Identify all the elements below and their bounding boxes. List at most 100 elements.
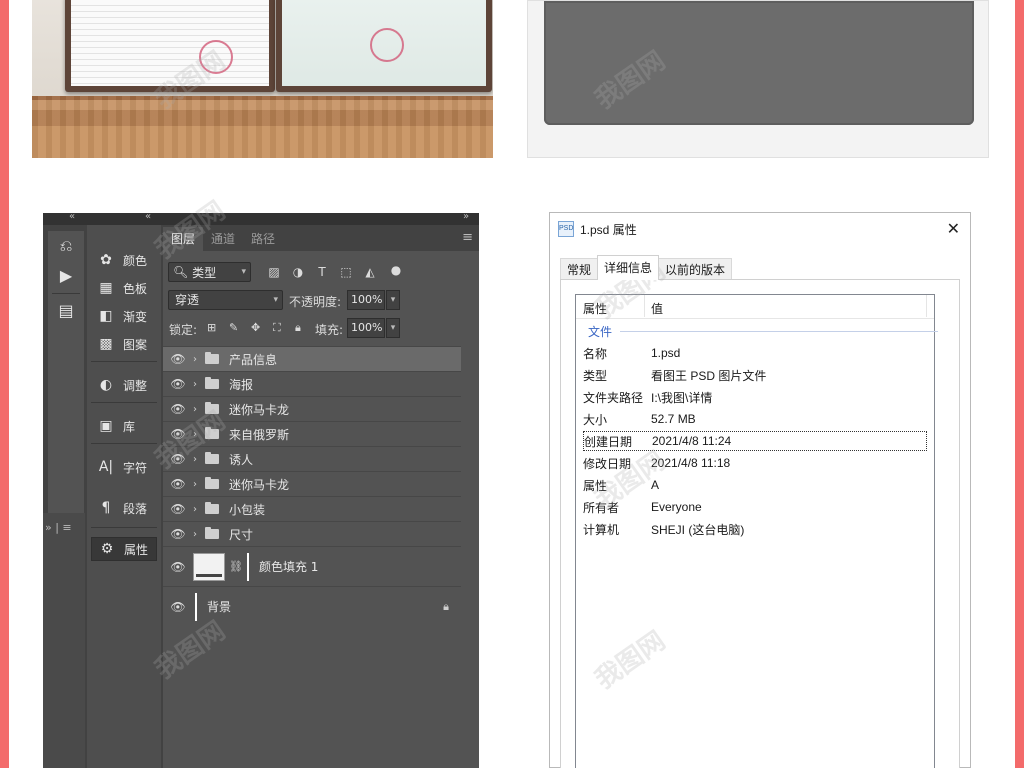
panel-patterns[interactable]: ▩ 图案	[91, 332, 157, 356]
tab-general[interactable]: 常规	[560, 258, 599, 280]
tab-layers[interactable]: 图层	[163, 227, 204, 251]
collapse-icon[interactable]: «	[69, 211, 75, 222]
link-icon[interactable]: ⛓︎	[229, 560, 243, 573]
panel-libraries[interactable]: ▣ 库	[91, 414, 157, 438]
eye-icon[interactable]: 👁︎	[163, 477, 193, 491]
chevron-right-icon[interactable]: ›	[193, 379, 203, 390]
property-name: 计算机	[583, 522, 620, 537]
tool-column-lower	[43, 513, 85, 768]
lock-artboard-icon[interactable]: ⛶	[273, 321, 281, 335]
property-name: 修改日期	[583, 456, 632, 471]
chevron-right-icon[interactable]: ›	[193, 404, 203, 415]
layer-name: 小包装	[229, 502, 266, 517]
chevron-right-icon[interactable]: ›	[193, 504, 203, 515]
tab-paths[interactable]: 路径	[243, 227, 283, 251]
eye-icon[interactable]: 👁︎	[163, 502, 193, 516]
image-filter-icon[interactable]: ▨	[267, 265, 281, 279]
layer-row[interactable]: 👁︎ › 产品信息	[163, 346, 461, 371]
lock-brush-icon[interactable]: ✎	[229, 321, 238, 334]
certificate-document	[71, 0, 269, 86]
lock-all-icon[interactable]: 🔒︎	[295, 321, 301, 335]
tab-previous-versions[interactable]: 以前的版本	[658, 258, 733, 280]
panel-color[interactable]: ✿ 颜色	[91, 248, 157, 272]
layer-name: 背景	[207, 600, 232, 614]
layer-row[interactable]: 👁︎ › 小包装	[163, 496, 461, 521]
layer-thumbnail	[193, 552, 225, 581]
panel-character[interactable]: A| 字符	[91, 455, 157, 479]
opacity-dropdown[interactable]: ▾	[386, 290, 400, 310]
layer-row[interactable]: 👁︎ › 来自俄罗斯	[163, 421, 461, 446]
tab-channels[interactable]: 通道	[203, 227, 243, 251]
eye-icon[interactable]: 👁︎	[163, 377, 193, 391]
eye-icon[interactable]: 👁︎	[163, 560, 193, 574]
close-icon[interactable]: ✕	[947, 219, 960, 239]
panel-label: 字符	[123, 460, 148, 475]
type-filter-icon[interactable]: T	[315, 265, 329, 279]
tab-details[interactable]: 详细信息	[597, 255, 660, 280]
layers-panel: 图层 通道 路径 ≡ 🔍︎ 类型 ▾ ▨ ◑ T ⬚ ◭ ● 穿透 ▾ 不透明度…	[163, 225, 479, 768]
notes-icon[interactable]: ▤	[48, 296, 84, 326]
eye-icon[interactable]: 👁︎	[163, 427, 193, 441]
list-item[interactable]: 修改日期 2021/4/8 11:18	[583, 453, 927, 473]
list-item[interactable]: 属性 A	[583, 475, 927, 495]
column-value[interactable]: 值	[651, 300, 663, 317]
property-value: A	[651, 478, 660, 492]
group-label: 文件	[588, 325, 613, 339]
blend-mode-select[interactable]: 穿透 ▾	[168, 290, 283, 310]
opacity-input[interactable]: 100%	[347, 290, 385, 310]
layer-row-fill[interactable]: 👁︎ ⛓︎ 颜色填充 1	[163, 546, 461, 586]
panel-swatches[interactable]: ▦ 色板	[91, 276, 157, 300]
adjustment-filter-icon[interactable]: ◑	[291, 265, 305, 279]
certificate-frame-left	[65, 0, 275, 92]
layer-row[interactable]: 👁︎ › 迷你马卡龙	[163, 471, 461, 496]
adjustments-icon: ◐	[99, 377, 113, 393]
eye-icon[interactable]: 👁︎	[163, 352, 193, 366]
lock-transparent-icon[interactable]: ⊞	[207, 321, 216, 334]
mini-controls[interactable]: » | ≡	[45, 521, 72, 534]
play-icon[interactable]: ▶	[48, 261, 84, 291]
layer-row[interactable]: 👁︎ › 迷你马卡龙	[163, 396, 461, 421]
list-item[interactable]: 计算机 SHEJI (这台电脑)	[583, 519, 927, 539]
layers-tabbar: 图层 通道 路径 ≡	[163, 225, 479, 251]
expand-icon[interactable]: »	[463, 211, 469, 222]
file-icon: PSD	[558, 221, 574, 237]
search-icon: 🔍︎	[173, 265, 189, 279]
list-item[interactable]: 大小 52.7 MB	[583, 409, 927, 429]
panel-paragraph[interactable]: ¶ 段落	[91, 496, 157, 520]
panel-menu-icon[interactable]: ≡	[462, 230, 473, 245]
list-item[interactable]: 文件夹路径 I:\我图\详情	[583, 387, 927, 407]
eye-icon[interactable]: 👁︎	[163, 527, 193, 541]
chevron-right-icon[interactable]: ›	[193, 479, 203, 490]
eye-icon[interactable]: 👁︎	[163, 402, 193, 416]
chevron-right-icon[interactable]: ›	[193, 529, 203, 540]
collapse-icon[interactable]: «	[145, 211, 151, 222]
layer-row[interactable]: 👁︎ › 尺寸	[163, 521, 461, 546]
chevron-right-icon[interactable]: ›	[193, 429, 203, 440]
list-item[interactable]: 创建日期 2021/4/8 11:24	[583, 431, 927, 451]
shape-filter-icon[interactable]: ⬚	[339, 265, 353, 279]
layer-row[interactable]: 👁︎ › 海报	[163, 371, 461, 396]
column-property[interactable]: 属性	[583, 300, 607, 317]
history-icon[interactable]: ⎌	[48, 231, 84, 261]
layer-row-background[interactable]: 👁︎ 背景 🔒︎	[163, 586, 461, 626]
panel-adjustments[interactable]: ◐ 调整	[91, 373, 157, 397]
chevron-right-icon[interactable]: ›	[193, 454, 203, 465]
eye-icon[interactable]: 👁︎	[163, 452, 193, 466]
filter-kind-value: 类型	[192, 265, 217, 280]
lock-move-icon[interactable]: ✥	[251, 321, 260, 334]
details-list[interactable]: 属性 值 文件 名称 1.psd 类型 看图王 PSD 图片文件 文件夹路径 I…	[575, 294, 938, 768]
layer-row[interactable]: 👁︎ › 诱人	[163, 446, 461, 471]
list-item[interactable]: 所有者 Everyone	[583, 497, 927, 517]
layer-name: 尺寸	[229, 527, 254, 542]
panel-properties[interactable]: ⚙ 属性	[91, 537, 157, 561]
chevron-right-icon[interactable]: ›	[193, 354, 203, 365]
list-item[interactable]: 类型 看图王 PSD 图片文件	[583, 365, 927, 385]
panel-gradient[interactable]: ◧ 渐变	[91, 304, 157, 328]
filter-toggle-icon[interactable]: ●	[389, 263, 403, 277]
smart-filter-icon[interactable]: ◭	[363, 265, 377, 279]
fill-dropdown[interactable]: ▾	[386, 318, 400, 338]
filter-kind-select[interactable]: 🔍︎ 类型 ▾	[168, 262, 251, 282]
eye-icon[interactable]: 👁︎	[163, 600, 193, 614]
fill-input[interactable]: 100%	[347, 318, 385, 338]
list-item[interactable]: 名称 1.psd	[583, 343, 927, 363]
